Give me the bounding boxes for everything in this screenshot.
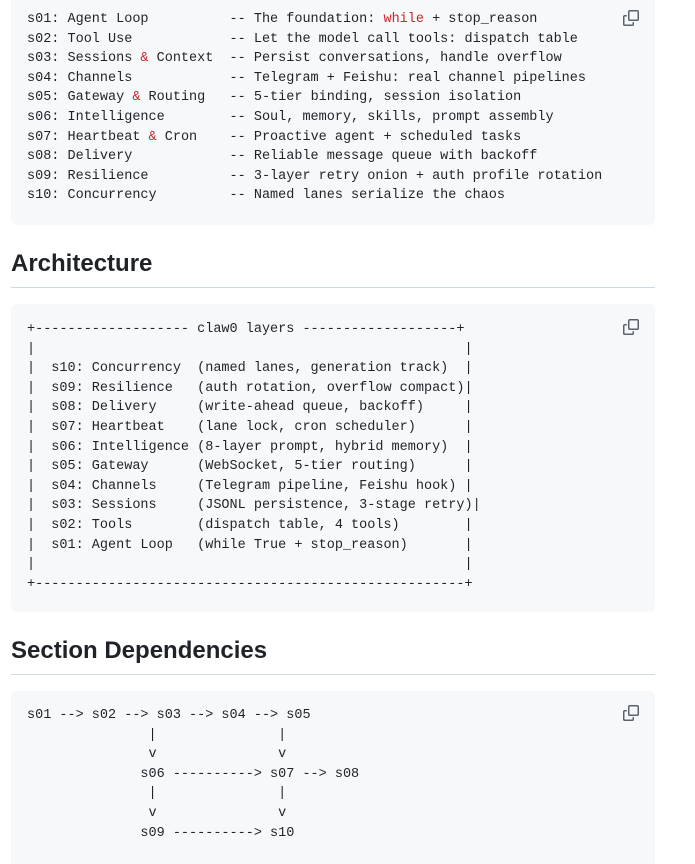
dependencies-code-block: s01 --> s02 --> s03 --> s04 --> s05 | | … <box>11 691 655 864</box>
code-line: +------------------- claw0 layers ------… <box>27 322 465 337</box>
code-line: | s06: Intelligence (8-layer prompt, hyb… <box>27 439 473 455</box>
architecture-heading-rule <box>11 287 655 288</box>
architecture-heading: Architecture <box>11 250 153 277</box>
code-line: s01 --> s02 --> s03 --> s04 --> s05 <box>27 708 311 723</box>
dependencies-heading: Section Dependencies <box>11 637 268 664</box>
code-line: | | <box>27 727 287 743</box>
code-line: s06: Intelligence -- Soul, memory, skill… <box>27 109 554 125</box>
copy-icon <box>623 10 639 26</box>
code-line: | s03: Sessions (JSONL persistence, 3-st… <box>27 498 481 514</box>
dependencies-code: s01 --> s02 --> s03 --> s04 --> s05 | | … <box>11 691 655 843</box>
sessions-code: s01: Agent Loop -- The foundation: while… <box>11 0 655 206</box>
code-line: | s07: Heartbeat (lane lock, cron schedu… <box>27 419 473 435</box>
code-line: s08: Delivery -- Reliable message queue … <box>27 149 538 165</box>
architecture-code: +------------------- claw0 layers ------… <box>11 304 655 594</box>
code-keyword: & <box>140 51 149 67</box>
code-line: s04: Channels -- Telegram + Feishu: real… <box>27 70 586 86</box>
copy-button[interactable] <box>623 705 639 721</box>
code-line: | s04: Channels (Telegram pipeline, Feis… <box>27 478 473 494</box>
code-line: s09 ----------> s10 <box>27 825 295 841</box>
code-line: | s01: Agent Loop (while True + stop_rea… <box>27 537 473 553</box>
code-line: s09: Resilience -- 3-layer retry onion +… <box>27 168 603 184</box>
code-line: | | <box>27 786 287 802</box>
code-line: s10: Concurrency -- Named lanes serializ… <box>27 188 505 204</box>
readme-content: s01: Agent Loop -- The foundation: while… <box>11 0 655 864</box>
code-line: | s02: Tools (dispatch table, 4 tools) | <box>27 517 473 533</box>
code-line: s01: Agent Loop -- The foundation: while… <box>27 12 538 27</box>
code-keyword: & <box>148 129 157 145</box>
code-line: s05: Gateway & Routing -- 5-tier binding… <box>27 90 522 106</box>
code-line: s03: Sessions & Context -- Persist conve… <box>27 51 562 67</box>
code-line: | s10: Concurrency (named lanes, generat… <box>27 361 473 377</box>
code-line: | | <box>27 341 473 357</box>
code-line: | s08: Delivery (write-ahead queue, back… <box>27 400 473 416</box>
sessions-code-block: s01: Agent Loop -- The foundation: while… <box>11 0 655 225</box>
code-line: v v <box>27 805 287 821</box>
code-line: | s09: Resilience (auth rotation, overfl… <box>27 380 473 396</box>
code-line: s02: Tool Use -- Let the model call tool… <box>27 31 578 47</box>
copy-button[interactable] <box>623 10 639 26</box>
architecture-code-block: +------------------- claw0 layers ------… <box>11 304 655 612</box>
copy-button[interactable] <box>623 319 639 335</box>
code-line: +---------------------------------------… <box>27 576 473 592</box>
code-line: | | <box>27 557 473 573</box>
code-line: s07: Heartbeat & Cron -- Proactive agent… <box>27 129 522 145</box>
code-keyword: & <box>132 90 141 106</box>
code-line: | s05: Gateway (WebSocket, 5-tier routin… <box>27 459 473 475</box>
copy-icon <box>623 319 639 335</box>
dependencies-heading-rule <box>11 674 655 675</box>
code-keyword: while <box>383 12 424 27</box>
copy-icon <box>623 705 639 721</box>
code-line: s06 ----------> s07 --> s08 <box>27 766 360 782</box>
code-line: v v <box>27 747 287 763</box>
